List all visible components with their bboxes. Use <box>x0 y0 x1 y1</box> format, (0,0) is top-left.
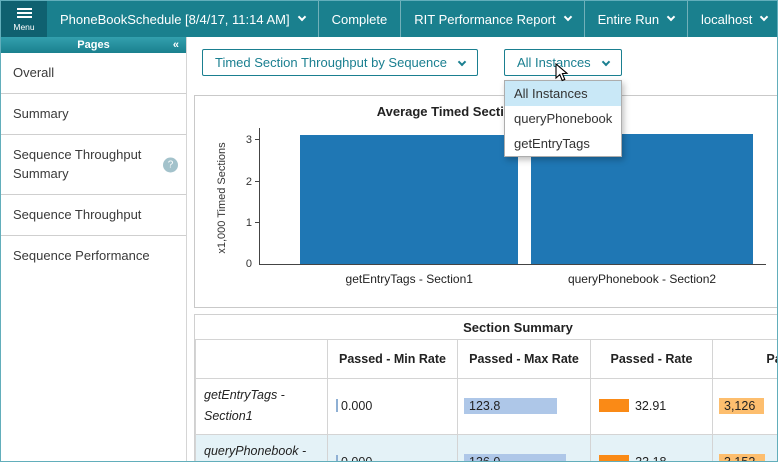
sidebar-item-sequence-throughput[interactable]: Sequence Throughput <box>1 195 186 236</box>
row-label-line1: getEntryTags - <box>204 388 285 402</box>
y-tick-mark <box>255 181 260 182</box>
total-value: 3,152 <box>721 455 755 461</box>
help-icon[interactable]: ? <box>163 157 178 172</box>
row-label-line1: queryPhonebook - <box>204 444 306 458</box>
sidebar-item-label: Sequence Performance <box>13 248 150 263</box>
report-dropdown[interactable]: RIT Performance Report <box>401 1 584 37</box>
column-header-max-rate: Passed - Max Rate <box>458 340 591 379</box>
table-row: getEntryTags - Section1 0.000 123.8 32.9… <box>196 379 778 435</box>
throughput-chart-panel: Average Timed Section Throughput x1,000 … <box>194 95 777 308</box>
column-header-min-rate: Passed - Min Rate <box>328 340 458 379</box>
y-axis-label: x1,000 Timed Sections <box>216 113 228 283</box>
rate-cell: 33.18 <box>591 434 713 461</box>
max-rate-cell: 136.0 <box>458 434 591 461</box>
chevron-down-icon <box>297 13 305 21</box>
menu-label: Menu <box>13 22 34 32</box>
sidebar-item-sequence-performance[interactable]: Sequence Performance <box>1 236 186 276</box>
bar-getentrytags-section1 <box>300 135 518 264</box>
sidebar-item-overall[interactable]: Overall <box>1 53 186 94</box>
max-rate-value: 136.0 <box>466 455 500 461</box>
zero-bar-tick <box>336 399 338 412</box>
max-rate-cell: 123.8 <box>458 379 591 435</box>
instance-dropdown-list: All Instances queryPhonebook getEntryTag… <box>504 80 622 157</box>
row-label-line2: Section1 <box>204 409 253 423</box>
dropdown-option-queryphonebook[interactable]: queryPhonebook <box>505 106 621 131</box>
sidebar-item-label: Sequence Throughput <box>13 207 141 222</box>
main-content: Timed Section Throughput by Sequence All… <box>188 37 777 461</box>
dropdown-option-getentrytags[interactable]: getEntryTags <box>505 131 621 156</box>
min-rate-cell: 0.000 <box>328 379 458 435</box>
instance-dropdown-wrap: All Instances All Instances queryPhonebo… <box>504 49 622 76</box>
pages-title: Pages <box>77 39 109 51</box>
column-header-blank <box>196 340 328 379</box>
total-value: 3,126 <box>721 399 755 413</box>
rate-value: 33.18 <box>635 455 666 461</box>
instance-dropdown[interactable]: All Instances <box>504 49 622 76</box>
y-tick-mark <box>255 139 260 140</box>
status-item: Complete <box>319 1 402 37</box>
row-label: queryPhonebook - Section2 <box>196 434 328 461</box>
chevron-down-icon <box>667 13 675 21</box>
report-window: Menu PhoneBookSchedule [8/4/17, 11:14 AM… <box>0 0 778 462</box>
dropdown-option-all-instances[interactable]: All Instances <box>505 81 621 106</box>
top-bar: Menu PhoneBookSchedule [8/4/17, 11:14 AM… <box>1 1 777 37</box>
rate-value: 32.91 <box>635 399 666 413</box>
max-rate-value: 123.8 <box>466 399 500 413</box>
rate-cell: 32.91 <box>591 379 713 435</box>
pages-header: Pages « <box>1 37 186 53</box>
collapse-sidebar-icon[interactable]: « <box>173 37 179 53</box>
column-header-passed: Pas <box>713 340 778 379</box>
report-label: RIT Performance Report <box>414 12 555 27</box>
pages-sidebar: Pages « Overall Summary Sequence Through… <box>1 37 187 461</box>
table-title: Section Summary <box>195 315 777 339</box>
host-label: localhost <box>701 12 752 27</box>
instance-dropdown-label: All Instances <box>517 55 591 70</box>
chevron-down-icon <box>458 57 466 65</box>
run-dropdown[interactable]: Entire Run <box>585 1 688 37</box>
total-cell: 3,126 <box>713 379 778 435</box>
column-header-rate: Passed - Rate <box>591 340 713 379</box>
zero-bar-tick <box>336 455 338 461</box>
y-tick-label: 0 <box>246 258 252 270</box>
y-tick-label: 3 <box>246 134 252 146</box>
min-rate-value: 0.000 <box>341 455 372 461</box>
hamburger-icon <box>17 6 32 20</box>
rate-bar <box>599 399 629 412</box>
metric-dropdown-label: Timed Section Throughput by Sequence <box>215 55 447 70</box>
sidebar-item-label: Sequence Throughput Summary <box>13 147 141 180</box>
section-summary-table: Section Summary Passed - Min Rate Passed… <box>194 314 777 461</box>
rate-bar <box>599 455 629 461</box>
sidebar-item-sequence-throughput-summary[interactable]: Sequence Throughput Summary ? <box>1 135 186 194</box>
x-tick-label: getEntryTags - Section1 <box>300 272 518 286</box>
chevron-down-icon <box>563 13 571 21</box>
status-label: Complete <box>332 12 388 27</box>
min-rate-value: 0.000 <box>341 399 372 413</box>
y-tick-label: 2 <box>246 176 252 188</box>
menu-button[interactable]: Menu <box>1 1 47 37</box>
sidebar-item-label: Summary <box>13 106 69 121</box>
chevron-down-icon <box>760 13 768 21</box>
total-cell: 3,152 <box>713 434 778 461</box>
schedule-dropdown[interactable]: PhoneBookSchedule [8/4/17, 11:14 AM] <box>47 1 319 37</box>
chevron-down-icon <box>601 57 609 65</box>
host-dropdown[interactable]: localhost <box>688 1 778 37</box>
y-tick-label: 1 <box>246 217 252 229</box>
run-label: Entire Run <box>598 12 659 27</box>
table-row: queryPhonebook - Section2 0.000 136.0 33… <box>196 434 778 461</box>
schedule-label: PhoneBookSchedule [8/4/17, 11:14 AM] <box>60 12 290 27</box>
chart-title: Average Timed Section Throughput <box>195 104 777 119</box>
x-tick-label: queryPhonebook - Section2 <box>531 272 754 286</box>
controls-row: Timed Section Throughput by Sequence All… <box>202 49 622 76</box>
y-tick-mark <box>255 222 260 223</box>
sidebar-item-label: Overall <box>13 65 54 80</box>
sidebar-item-summary[interactable]: Summary <box>1 94 186 135</box>
min-rate-cell: 0.000 <box>328 434 458 461</box>
metric-dropdown[interactable]: Timed Section Throughput by Sequence <box>202 49 478 76</box>
row-label: getEntryTags - Section1 <box>196 379 328 435</box>
